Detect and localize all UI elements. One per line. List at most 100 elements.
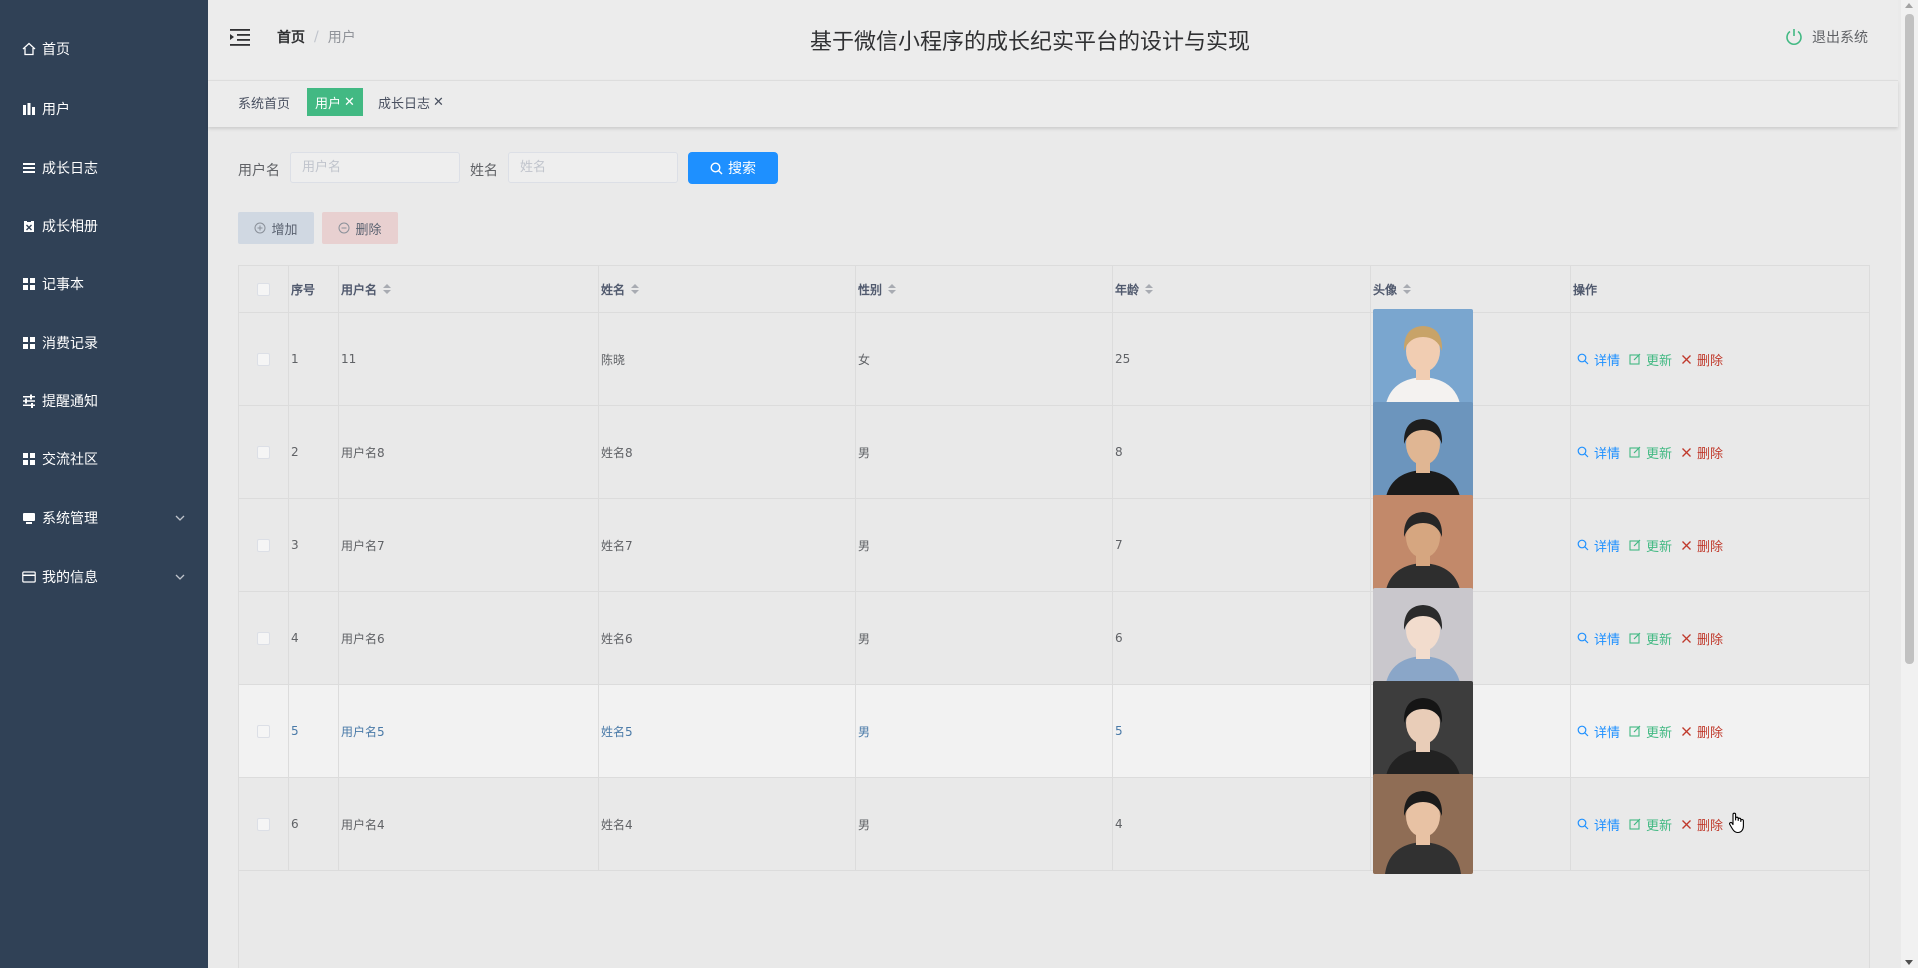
row-checkbox[interactable] (257, 352, 270, 366)
tag-home[interactable]: 系统首页 (238, 88, 290, 116)
sidebar-item-my-info[interactable]: 我的信息 (0, 557, 208, 597)
header-avatar[interactable]: 头像 (1371, 266, 1571, 312)
avatar[interactable] (1373, 309, 1473, 409)
cell-gender: 男 (856, 592, 1113, 684)
update-button[interactable]: 更新 (1629, 815, 1672, 834)
name-filter-label: 姓名 (470, 163, 498, 179)
edit-icon (1629, 353, 1641, 365)
table-row[interactable]: 3 用户名7 姓名7 男 7 详情 更新 删除 (239, 495, 1869, 595)
header-select-cell (239, 266, 289, 312)
tag-users[interactable]: 用户 ✕ (307, 88, 363, 116)
cell-username: 用户名7 (339, 499, 599, 591)
close-icon (1682, 354, 1691, 364)
header-age[interactable]: 年龄 (1113, 266, 1371, 312)
add-button[interactable]: 增加 (238, 212, 314, 244)
sliders-icon (22, 394, 36, 408)
username-input[interactable] (290, 152, 460, 183)
update-button[interactable]: 更新 (1629, 722, 1672, 741)
hand-cursor-icon (1728, 812, 1746, 838)
avatar[interactable] (1373, 774, 1473, 874)
select-all-checkbox[interactable] (257, 282, 270, 296)
sidebar-item-growth-log[interactable]: 成长日志 (0, 148, 208, 188)
row-delete-button[interactable]: 删除 (1681, 350, 1723, 369)
sidebar: 首页 用户 成长日志 成长相册 记事本 消费记录 提醒通知 交流社区 系统管理 … (0, 0, 208, 968)
row-delete-button[interactable]: 删除 (1681, 536, 1723, 555)
table-header-row: 序号 用户名 姓名 性别 年龄 头像 操作 (239, 266, 1869, 313)
row-checkbox[interactable] (257, 445, 270, 459)
row-delete-button[interactable]: 删除 (1681, 443, 1723, 462)
cell-username: 用户名4 (339, 778, 599, 870)
row-delete-button[interactable]: 删除 (1681, 815, 1723, 834)
sort-icon[interactable] (888, 284, 897, 294)
power-icon (1786, 29, 1802, 45)
sort-icon[interactable] (383, 284, 392, 294)
detail-button[interactable]: 详情 (1577, 815, 1620, 834)
row-delete-button[interactable]: 删除 (1681, 722, 1723, 741)
sidebar-item-notebook[interactable]: 记事本 (0, 264, 208, 304)
row-checkbox[interactable] (257, 631, 270, 645)
sidebar-item-growth-album[interactable]: 成长相册 (0, 206, 208, 246)
sidebar-item-community[interactable]: 交流社区 (0, 439, 208, 479)
scroll-up-arrow-icon[interactable] (1905, 3, 1913, 8)
header-username[interactable]: 用户名 (339, 266, 599, 312)
grid-icon (22, 452, 36, 466)
breadcrumb-home[interactable]: 首页 (277, 27, 305, 47)
detail-button[interactable]: 详情 (1577, 722, 1620, 741)
close-icon (1682, 447, 1691, 457)
logout-button[interactable]: 退出系统 (1784, 27, 1868, 47)
row-checkbox[interactable] (257, 724, 270, 738)
cell-avatar (1371, 309, 1571, 409)
cell-username: 用户名8 (339, 406, 599, 498)
batch-delete-button[interactable]: 删除 (322, 212, 398, 244)
sidebar-item-reminders[interactable]: 提醒通知 (0, 381, 208, 421)
close-icon (1682, 540, 1691, 550)
avatar[interactable] (1373, 495, 1473, 595)
header-gender[interactable]: 性别 (856, 266, 1113, 312)
name-input[interactable] (508, 152, 678, 183)
table-row[interactable]: 2 用户名8 姓名8 男 8 详情 更新 删除 (239, 402, 1869, 502)
avatar[interactable] (1373, 681, 1473, 781)
tag-growth-log[interactable]: 成长日志 ✕ (378, 88, 444, 116)
sidebar-item-label: 我的信息 (42, 570, 98, 586)
page-scrollbar[interactable] (1901, 0, 1918, 968)
sidebar-item-label: 首页 (42, 42, 70, 58)
sort-icon[interactable] (1403, 284, 1412, 294)
row-checkbox[interactable] (257, 538, 270, 552)
search-button[interactable]: 搜索 (688, 152, 778, 184)
search-icon (1577, 446, 1589, 458)
sidebar-item-home[interactable]: 首页 (0, 29, 208, 69)
avatar[interactable] (1373, 402, 1473, 502)
row-delete-button[interactable]: 删除 (1681, 629, 1723, 648)
cell-avatar (1371, 402, 1571, 502)
search-icon (1577, 353, 1589, 365)
sort-icon[interactable] (1145, 284, 1154, 294)
update-button[interactable]: 更新 (1629, 443, 1672, 462)
detail-button[interactable]: 详情 (1577, 629, 1620, 648)
scroll-down-arrow-icon[interactable] (1905, 960, 1913, 965)
cell-index: 2 (289, 406, 339, 498)
table-row[interactable]: 4 用户名6 姓名6 男 6 详情 更新 删除 (239, 588, 1869, 688)
detail-button[interactable]: 详情 (1577, 443, 1620, 462)
list-icon (22, 161, 36, 175)
sidebar-item-consumption[interactable]: 消费记录 (0, 323, 208, 363)
row-checkbox[interactable] (257, 817, 270, 831)
menu-toggle-icon[interactable] (230, 28, 250, 46)
sidebar-item-system[interactable]: 系统管理 (0, 498, 208, 538)
tag-label: 系统首页 (238, 96, 291, 112)
close-icon[interactable]: ✕ (344, 95, 355, 110)
close-icon[interactable]: ✕ (433, 95, 444, 110)
update-button[interactable]: 更新 (1629, 629, 1672, 648)
sort-icon[interactable] (631, 284, 640, 294)
update-button[interactable]: 更新 (1629, 350, 1672, 369)
sidebar-item-users[interactable]: 用户 (0, 89, 208, 129)
search-icon (1577, 818, 1589, 830)
table-row[interactable]: 6 用户名4 姓名4 男 4 详情 更新 删除 (239, 774, 1869, 874)
table-row[interactable]: 1 11 陈晓女 25 详情 更新 删除 (239, 309, 1869, 409)
avatar[interactable] (1373, 588, 1473, 688)
detail-button[interactable]: 详情 (1577, 350, 1620, 369)
table-row[interactable]: 5 用户名5 姓名5 男 5 详情 更新 删除 (239, 681, 1869, 781)
scrollbar-thumb[interactable] (1905, 14, 1914, 664)
update-button[interactable]: 更新 (1629, 536, 1672, 555)
detail-button[interactable]: 详情 (1577, 536, 1620, 555)
header-name[interactable]: 姓名 (599, 266, 856, 312)
